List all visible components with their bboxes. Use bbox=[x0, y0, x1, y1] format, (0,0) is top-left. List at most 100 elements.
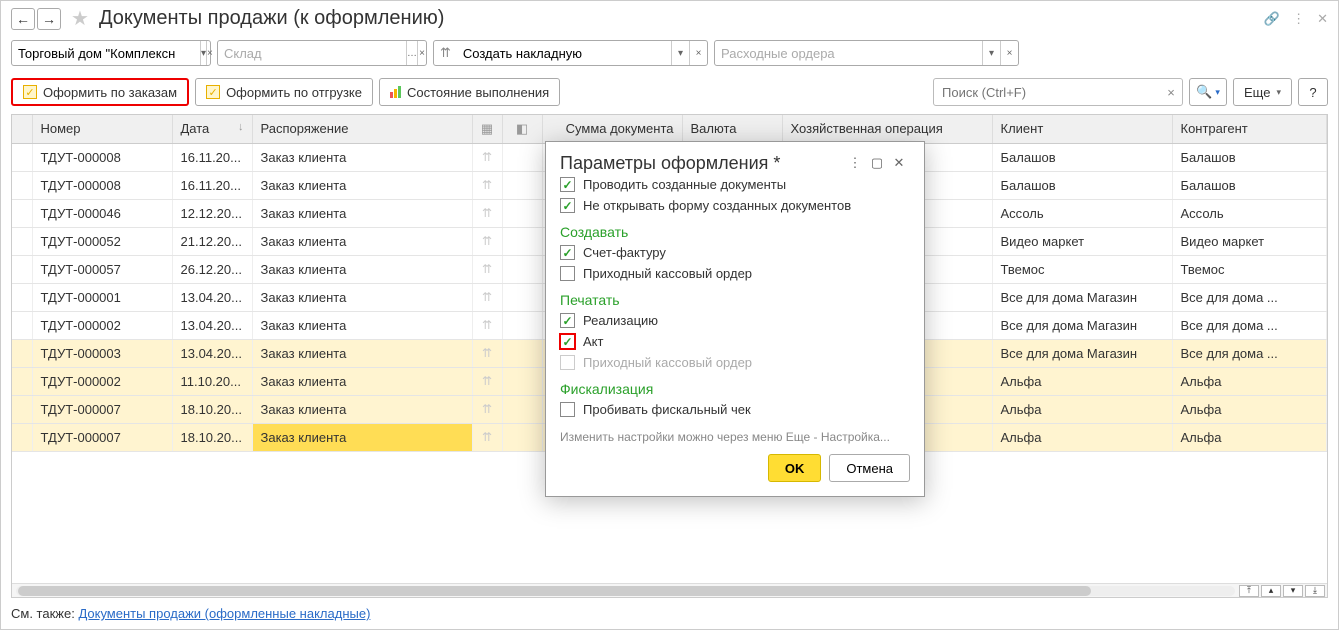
create-waybill-combo[interactable]: ⇈ ▾ × bbox=[433, 40, 708, 66]
col-currency[interactable]: Валюта bbox=[682, 115, 782, 143]
clear-icon[interactable]: × bbox=[1000, 41, 1018, 65]
up-arrows-icon: ⇈ bbox=[434, 45, 457, 61]
label-act: Акт bbox=[583, 334, 603, 349]
cell-client: Все для дома Магазин bbox=[992, 311, 1172, 339]
up-arrows-icon: ⇈ bbox=[472, 395, 502, 423]
nav-back-button[interactable]: ← bbox=[11, 8, 35, 30]
col-number[interactable]: Номер bbox=[32, 115, 172, 143]
cell-date: 26.12.20... bbox=[172, 255, 252, 283]
close-icon[interactable]: ✕ bbox=[1317, 11, 1328, 27]
col-date[interactable]: Дата↓ bbox=[172, 115, 252, 143]
filters-row: ▾ × … × ⇈ ▾ × ▾ × bbox=[1, 36, 1338, 70]
dialog-hint: Изменить настройки можно через меню Еще … bbox=[560, 430, 910, 444]
search-button[interactable]: 🔍▾ bbox=[1189, 78, 1227, 106]
up-arrows-icon: ⇈ bbox=[472, 423, 502, 451]
nav-forward-button[interactable]: → bbox=[37, 8, 61, 30]
scroll-bottom-button[interactable]: ⤓ bbox=[1305, 585, 1325, 597]
up-arrows-icon: ⇈ bbox=[472, 283, 502, 311]
col-order[interactable]: Распоряжение bbox=[252, 115, 472, 143]
cell-client: Альфа bbox=[992, 367, 1172, 395]
dropdown-icon[interactable]: ▾ bbox=[982, 41, 1000, 65]
warehouse-combo[interactable]: … × bbox=[217, 40, 427, 66]
cell-client: Ассоль bbox=[992, 199, 1172, 227]
cell-date: 13.04.20... bbox=[172, 339, 252, 367]
help-button[interactable]: ? bbox=[1298, 78, 1328, 106]
search-box[interactable]: × bbox=[933, 78, 1183, 106]
row-fiscal-check[interactable]: Пробивать фискальный чек bbox=[560, 399, 910, 420]
by-orders-button[interactable]: ✓ Оформить по заказам bbox=[11, 78, 189, 106]
table-header-row: Номер Дата↓ Распоряжение ▦ ◧ Сумма докум… bbox=[12, 115, 1327, 143]
checkbox-cash-order[interactable] bbox=[560, 266, 575, 281]
expense-orders-input[interactable] bbox=[715, 46, 982, 61]
cell-counterparty: Видео маркет bbox=[1172, 227, 1327, 255]
dialog-title: Параметры оформления * bbox=[560, 153, 844, 174]
scroll-top-button[interactable]: ⤒ bbox=[1239, 585, 1259, 597]
cell-order: Заказ клиента bbox=[252, 311, 472, 339]
checkbox-fiscal-check[interactable] bbox=[560, 402, 575, 417]
dialog-close-icon[interactable]: ✕ bbox=[888, 152, 910, 174]
clear-search-icon[interactable]: × bbox=[1160, 85, 1182, 100]
col-client[interactable]: Клиент bbox=[992, 115, 1172, 143]
cell-counterparty: Все для дома ... bbox=[1172, 311, 1327, 339]
scrollbar-thumb[interactable] bbox=[18, 586, 1091, 596]
section-create: Создавать bbox=[560, 222, 910, 242]
kebab-menu-icon[interactable]: ⋮ bbox=[1292, 11, 1305, 27]
cell-date: 13.04.20... bbox=[172, 311, 252, 339]
checkbox-dont-open[interactable] bbox=[560, 198, 575, 213]
cell-counterparty: Альфа bbox=[1172, 395, 1327, 423]
cell-client: Балашов bbox=[992, 143, 1172, 171]
col-counterparty[interactable]: Контрагент bbox=[1172, 115, 1327, 143]
search-input[interactable] bbox=[934, 85, 1160, 100]
ellipsis-icon[interactable]: … bbox=[406, 41, 417, 65]
scroll-down-button[interactable]: ▾ bbox=[1283, 585, 1303, 597]
dialog-maximize-icon[interactable]: ▢ bbox=[866, 152, 888, 174]
section-print: Печатать bbox=[560, 290, 910, 310]
clear-icon[interactable]: × bbox=[689, 41, 707, 65]
col-sum[interactable]: Сумма документа bbox=[542, 115, 682, 143]
org-input[interactable] bbox=[12, 46, 200, 61]
more-button[interactable]: Еще ▾ bbox=[1233, 78, 1292, 106]
cell-number: ТДУТ-000057 bbox=[32, 255, 172, 283]
row-act[interactable]: Акт bbox=[560, 331, 910, 352]
by-shipment-button[interactable]: ✓ Оформить по отгрузке bbox=[195, 78, 373, 106]
dropdown-icon[interactable]: ▾ bbox=[671, 41, 689, 65]
cell-client: Видео маркет bbox=[992, 227, 1172, 255]
up-arrows-icon: ⇈ bbox=[472, 339, 502, 367]
clear-icon[interactable]: × bbox=[206, 41, 213, 65]
row-cash-order[interactable]: Приходный кассовый ордер bbox=[560, 263, 910, 284]
checkbox-act[interactable] bbox=[560, 334, 575, 349]
row-dont-open[interactable]: Не открывать форму созданных документов bbox=[560, 195, 910, 216]
expense-orders-combo[interactable]: ▾ × bbox=[714, 40, 1019, 66]
row-post-created[interactable]: Проводить созданные документы bbox=[560, 174, 910, 195]
state-button[interactable]: Состояние выполнения bbox=[379, 78, 560, 106]
horizontal-scrollbar[interactable]: ⤒ ▴ ▾ ⤓ bbox=[12, 583, 1327, 597]
cell-client: Твемос bbox=[992, 255, 1172, 283]
footer-link[interactable]: Документы продажи (оформленные накладные… bbox=[78, 606, 370, 621]
create-waybill-input[interactable] bbox=[457, 46, 671, 61]
dialog-menu-icon[interactable]: ⋮ bbox=[844, 152, 866, 174]
label-cash-order: Приходный кассовый ордер bbox=[583, 266, 752, 281]
label-fiscal-check: Пробивать фискальный чек bbox=[583, 402, 751, 417]
warehouse-input[interactable] bbox=[218, 46, 406, 61]
ok-button[interactable]: OK bbox=[768, 454, 822, 482]
cell-counterparty: Твемос bbox=[1172, 255, 1327, 283]
cell-date: 12.12.20... bbox=[172, 199, 252, 227]
cancel-button[interactable]: Отмена bbox=[829, 454, 910, 482]
col-status-icon[interactable]: ◧ bbox=[502, 115, 542, 143]
checkbox-realization[interactable] bbox=[560, 313, 575, 328]
cell-number: ТДУТ-000007 bbox=[32, 395, 172, 423]
row-realization[interactable]: Реализацию bbox=[560, 310, 910, 331]
scroll-up-button[interactable]: ▴ bbox=[1261, 585, 1281, 597]
org-combo[interactable]: ▾ × bbox=[11, 40, 211, 66]
link-icon[interactable]: 🔗 bbox=[1264, 11, 1280, 27]
col-operation[interactable]: Хозяйственная операция bbox=[782, 115, 992, 143]
state-label: Состояние выполнения bbox=[407, 85, 549, 100]
clear-icon[interactable]: × bbox=[417, 41, 426, 65]
more-label: Еще bbox=[1244, 85, 1270, 100]
favorite-star-icon[interactable]: ★ bbox=[69, 8, 91, 30]
checkbox-invoice[interactable] bbox=[560, 245, 575, 260]
col-doc-icon[interactable]: ▦ bbox=[472, 115, 502, 143]
checkbox-post-created[interactable] bbox=[560, 177, 575, 192]
cell-number: ТДУТ-000001 bbox=[32, 283, 172, 311]
row-invoice[interactable]: Счет-фактуру bbox=[560, 242, 910, 263]
